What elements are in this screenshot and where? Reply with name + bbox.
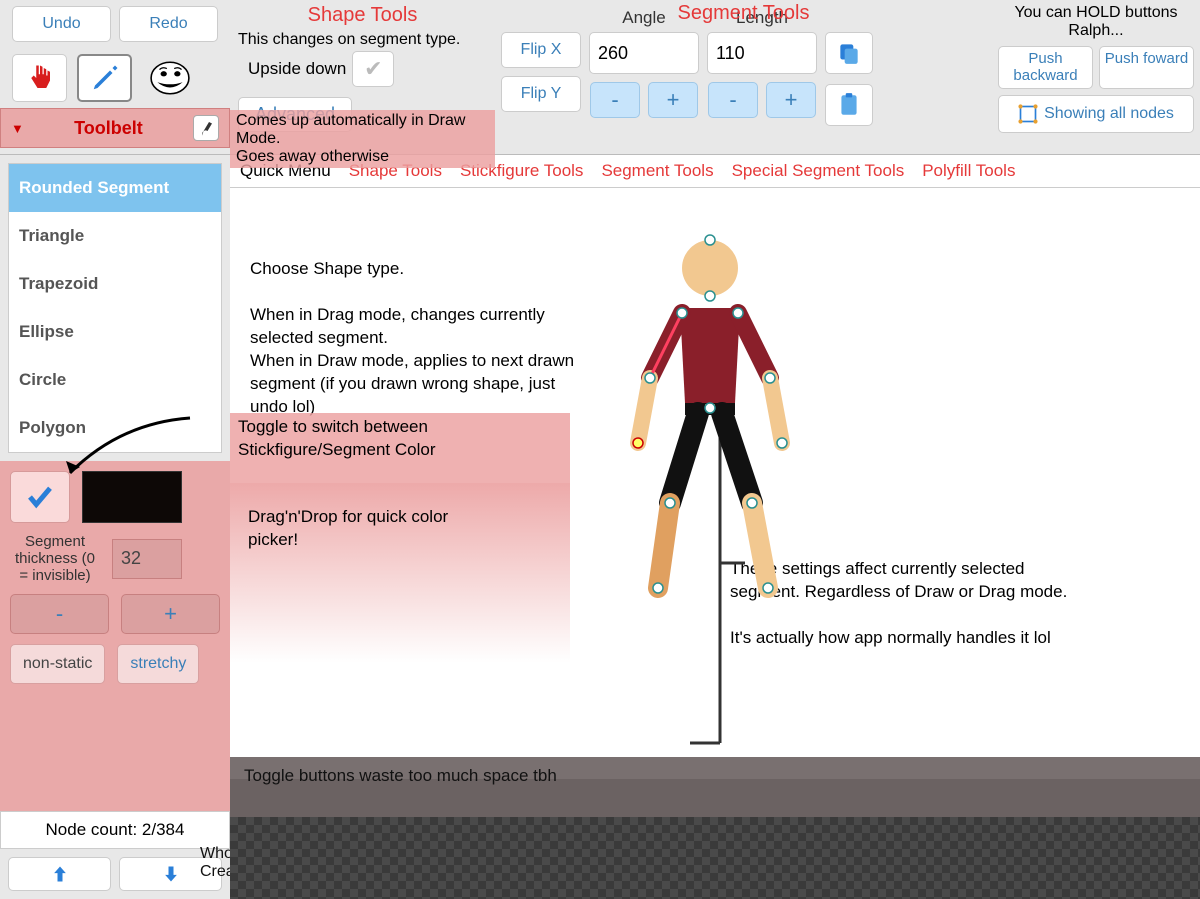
annot-choose-shape: Choose Shape type. When in Drag mode, ch… xyxy=(250,258,580,419)
toolbelt-label: Toolbelt xyxy=(32,118,185,139)
brush-icon[interactable] xyxy=(193,115,219,141)
left-top-block: Undo Redo ▼ Toolbelt xyxy=(0,0,230,154)
move-up-button[interactable] xyxy=(8,857,111,891)
thickness-plus-button[interactable]: + xyxy=(121,594,220,634)
qm-segment[interactable]: Segment Tools xyxy=(601,161,713,181)
shape-item-circle[interactable]: Circle xyxy=(9,356,221,404)
length-plus-button[interactable]: + xyxy=(766,82,816,118)
canvas-area: Quick Menu Shape Tools Stickfigure Tools… xyxy=(230,155,1200,899)
undo-button[interactable]: Undo xyxy=(12,6,111,42)
annot-toggle-color: Toggle to switch between Stickfigure/Seg… xyxy=(238,416,558,462)
left-sidebar: Rounded Segment Triangle Trapezoid Ellip… xyxy=(0,155,230,899)
push-backward-button[interactable]: Push backward xyxy=(998,46,1093,89)
annot-draw-mode: Comes up automatically in Draw Mode. Goe… xyxy=(236,112,489,166)
hold-hint: You can HOLD buttons Ralph... xyxy=(998,4,1194,40)
shape-tools-title: Shape Tools xyxy=(238,4,487,27)
draw-tool-button[interactable] xyxy=(77,54,132,102)
length-minus-button[interactable]: - xyxy=(708,82,758,118)
top-toolbar: Undo Redo ▼ Toolbelt Shape Tools This ch… xyxy=(0,0,1200,155)
show-nodes-button[interactable]: Showing all nodes xyxy=(998,95,1194,133)
shape-item-trapezoid[interactable]: Trapezoid xyxy=(9,260,221,308)
static-toggle[interactable]: non-static xyxy=(10,644,105,684)
shape-tools-subtitle: This changes on segment type. xyxy=(238,31,487,49)
toolbelt-row[interactable]: ▼ Toolbelt xyxy=(0,108,230,148)
stickfigure[interactable] xyxy=(610,228,810,608)
qm-polyfill[interactable]: Polyfill Tools xyxy=(922,161,1015,181)
push-forward-button[interactable]: Push foward xyxy=(1099,46,1194,89)
annot-dragdrop: Drag'n'Drop for quick color picker! xyxy=(248,506,498,552)
checker-background xyxy=(230,817,1200,899)
thickness-label: Segment thickness (0 = invisible) xyxy=(10,533,100,584)
triangle-down-icon: ▼ xyxy=(11,121,24,136)
push-panel: You can HOLD buttons Ralph... Push backw… xyxy=(992,0,1200,154)
copy-button[interactable] xyxy=(825,32,873,74)
shape-list: Rounded Segment Triangle Trapezoid Ellip… xyxy=(8,163,222,453)
shape-item-rounded[interactable]: Rounded Segment xyxy=(9,164,221,212)
segment-tools-title: Segment Tools xyxy=(495,2,992,25)
angle-minus-button[interactable]: - xyxy=(590,82,640,118)
paste-button[interactable] xyxy=(825,84,873,126)
segment-tools-panel: Segment Tools Flip X Flip Y Angle - + Le… xyxy=(495,0,992,154)
segment-settings-panel: Segment thickness (0 = invisible) - + no… xyxy=(0,461,230,811)
drag-tool-button[interactable] xyxy=(12,54,67,102)
qm-special[interactable]: Special Segment Tools xyxy=(732,161,905,181)
troll-face-icon[interactable] xyxy=(142,54,197,102)
upside-down-checkbox[interactable]: ✔ xyxy=(352,51,394,87)
flip-y-button[interactable]: Flip Y xyxy=(501,76,581,112)
shape-item-triangle[interactable]: Triangle xyxy=(9,212,221,260)
angle-input[interactable] xyxy=(589,32,699,74)
show-nodes-label: Showing all nodes xyxy=(1044,105,1174,123)
canvas[interactable]: Choose Shape type. When in Drag mode, ch… xyxy=(230,188,1200,779)
bottom-annot-bar: Toggle buttons waste too much space tbh xyxy=(230,757,1200,817)
flip-x-button[interactable]: Flip X xyxy=(501,32,581,68)
thickness-minus-button[interactable]: - xyxy=(10,594,109,634)
angle-plus-button[interactable]: + xyxy=(648,82,698,118)
shape-item-ellipse[interactable]: Ellipse xyxy=(9,308,221,356)
pink-overlay-drawmode: Comes up automatically in Draw Mode. Goe… xyxy=(230,110,495,168)
upside-down-label: Upside down xyxy=(238,59,346,79)
shape-item-polygon[interactable]: Polygon xyxy=(9,404,221,452)
redo-button[interactable]: Redo xyxy=(119,6,218,42)
nodes-icon xyxy=(1018,104,1038,124)
stretchy-toggle[interactable]: stretchy xyxy=(117,644,199,684)
annot-toggle-waste: Toggle buttons waste too much space tbh xyxy=(244,765,1186,788)
thickness-input[interactable] xyxy=(112,539,182,579)
node-count-label: Node count: 2/384 xyxy=(0,811,230,849)
length-input[interactable] xyxy=(707,32,817,74)
color-mode-toggle[interactable] xyxy=(10,471,70,523)
color-swatch[interactable] xyxy=(82,471,182,523)
